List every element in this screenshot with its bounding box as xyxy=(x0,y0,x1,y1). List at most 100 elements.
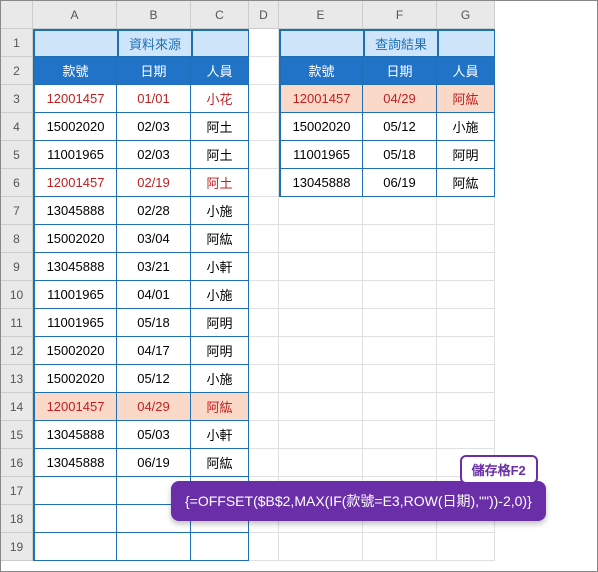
blank-cell[interactable] xyxy=(437,421,495,449)
row-header[interactable]: 18 xyxy=(1,505,33,533)
source-cell[interactable]: 04/29 xyxy=(117,393,191,421)
blank-cell[interactable] xyxy=(279,309,363,337)
result-cell[interactable]: 04/29 xyxy=(363,85,437,113)
source-cell[interactable]: 13045888 xyxy=(33,421,117,449)
source-cell[interactable]: 阿土 xyxy=(191,141,249,169)
col-header[interactable]: F xyxy=(363,1,437,29)
source-cell[interactable]: 04/01 xyxy=(117,281,191,309)
blank-cell[interactable] xyxy=(363,253,437,281)
source-cell[interactable]: 15002020 xyxy=(33,113,117,141)
source-cell[interactable]: 小施 xyxy=(191,281,249,309)
source-cell[interactable]: 02/28 xyxy=(117,197,191,225)
source-empty[interactable] xyxy=(117,533,191,561)
row-header[interactable]: 9 xyxy=(1,253,33,281)
source-cell[interactable]: 05/12 xyxy=(117,365,191,393)
source-cell[interactable]: 11001965 xyxy=(33,141,117,169)
source-cell[interactable]: 11001965 xyxy=(33,281,117,309)
blank-cell[interactable] xyxy=(279,393,363,421)
row-header[interactable]: 3 xyxy=(1,85,33,113)
result-cell[interactable]: 11001965 xyxy=(279,141,363,169)
blank-cell[interactable] xyxy=(437,309,495,337)
source-cell[interactable]: 06/19 xyxy=(117,449,191,477)
blank-cell[interactable] xyxy=(437,253,495,281)
result-cell[interactable]: 阿紘 xyxy=(437,85,495,113)
source-cell[interactable]: 小軒 xyxy=(191,253,249,281)
source-cell[interactable]: 小軒 xyxy=(191,421,249,449)
result-cell[interactable]: 06/19 xyxy=(363,169,437,197)
row-header[interactable]: 11 xyxy=(1,309,33,337)
col-header[interactable]: E xyxy=(279,1,363,29)
row-header[interactable]: 16 xyxy=(1,449,33,477)
row-header[interactable]: 5 xyxy=(1,141,33,169)
source-cell[interactable]: 15002020 xyxy=(33,337,117,365)
source-empty[interactable] xyxy=(191,533,249,561)
source-cell[interactable]: 03/21 xyxy=(117,253,191,281)
row-header[interactable]: 13 xyxy=(1,365,33,393)
source-cell[interactable]: 01/01 xyxy=(117,85,191,113)
source-cell[interactable]: 阿土 xyxy=(191,113,249,141)
source-cell[interactable]: 15002020 xyxy=(33,225,117,253)
blank-cell[interactable] xyxy=(279,225,363,253)
blank-cell[interactable] xyxy=(363,281,437,309)
source-cell[interactable]: 13045888 xyxy=(33,197,117,225)
blank-cell[interactable] xyxy=(437,365,495,393)
source-cell[interactable]: 小花 xyxy=(191,85,249,113)
blank-cell[interactable] xyxy=(437,393,495,421)
result-cell[interactable]: 小施 xyxy=(437,113,495,141)
blank-cell[interactable] xyxy=(363,197,437,225)
source-empty[interactable] xyxy=(33,477,117,505)
blank-cell[interactable] xyxy=(279,281,363,309)
result-cell[interactable]: 15002020 xyxy=(279,113,363,141)
source-cell[interactable]: 小施 xyxy=(191,197,249,225)
source-cell[interactable]: 04/17 xyxy=(117,337,191,365)
source-cell[interactable]: 02/03 xyxy=(117,141,191,169)
source-cell[interactable]: 阿明 xyxy=(191,309,249,337)
source-cell[interactable]: 阿紘 xyxy=(191,393,249,421)
row-header[interactable]: 2 xyxy=(1,57,33,85)
row-header[interactable]: 8 xyxy=(1,225,33,253)
source-cell[interactable]: 阿明 xyxy=(191,337,249,365)
source-empty[interactable] xyxy=(33,505,117,533)
col-header[interactable]: A xyxy=(33,1,117,29)
result-cell[interactable]: 阿紘 xyxy=(437,169,495,197)
source-cell[interactable]: 05/03 xyxy=(117,421,191,449)
col-header[interactable]: B xyxy=(117,1,191,29)
source-cell[interactable]: 阿紘 xyxy=(191,449,249,477)
blank-cell[interactable] xyxy=(437,281,495,309)
source-cell[interactable]: 12001457 xyxy=(33,169,117,197)
blank-cell[interactable] xyxy=(363,337,437,365)
blank-cell[interactable] xyxy=(363,533,437,561)
blank-cell[interactable] xyxy=(363,393,437,421)
row-header[interactable]: 1 xyxy=(1,29,33,57)
row-header[interactable]: 12 xyxy=(1,337,33,365)
col-header[interactable]: D xyxy=(249,1,279,29)
blank-cell[interactable] xyxy=(363,421,437,449)
source-cell[interactable]: 小施 xyxy=(191,365,249,393)
row-header[interactable]: 14 xyxy=(1,393,33,421)
blank-cell[interactable] xyxy=(363,309,437,337)
blank-cell[interactable] xyxy=(279,449,363,477)
source-cell[interactable]: 阿土 xyxy=(191,169,249,197)
row-header[interactable]: 15 xyxy=(1,421,33,449)
source-cell[interactable]: 03/04 xyxy=(117,225,191,253)
result-cell[interactable]: 阿明 xyxy=(437,141,495,169)
blank-cell[interactable] xyxy=(437,337,495,365)
source-cell[interactable]: 15002020 xyxy=(33,365,117,393)
blank-cell[interactable] xyxy=(279,253,363,281)
source-cell[interactable]: 13045888 xyxy=(33,449,117,477)
source-cell[interactable]: 11001965 xyxy=(33,309,117,337)
row-header[interactable]: 7 xyxy=(1,197,33,225)
blank-cell[interactable] xyxy=(363,449,437,477)
source-cell[interactable]: 02/19 xyxy=(117,169,191,197)
source-empty[interactable] xyxy=(33,533,117,561)
blank-cell[interactable] xyxy=(363,225,437,253)
col-header[interactable]: C xyxy=(191,1,249,29)
blank-cell[interactable] xyxy=(437,225,495,253)
row-header[interactable]: 19 xyxy=(1,533,33,561)
result-cell[interactable]: 05/18 xyxy=(363,141,437,169)
source-cell[interactable]: 02/03 xyxy=(117,113,191,141)
source-cell[interactable]: 阿紘 xyxy=(191,225,249,253)
source-cell[interactable]: 05/18 xyxy=(117,309,191,337)
blank-cell[interactable] xyxy=(279,197,363,225)
blank-cell[interactable] xyxy=(279,533,363,561)
